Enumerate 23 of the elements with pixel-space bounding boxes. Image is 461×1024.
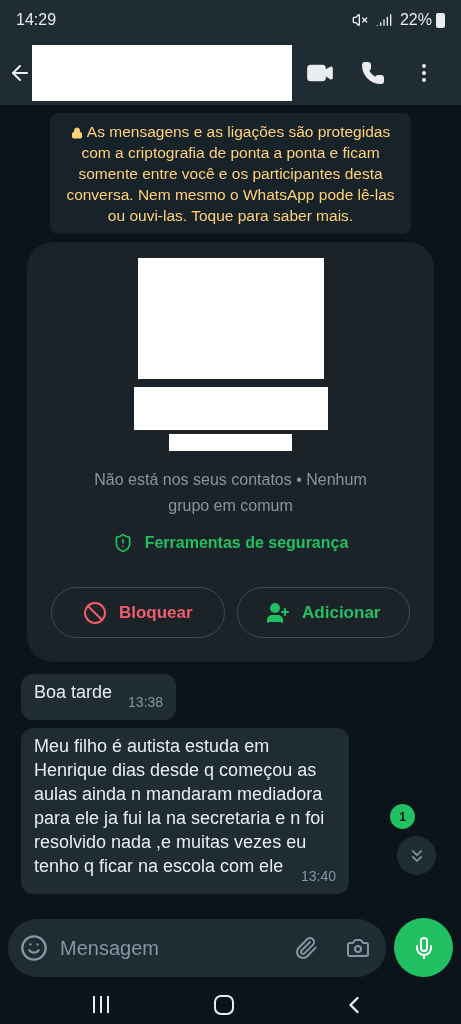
add-person-icon: [266, 600, 291, 625]
scroll-down-button[interactable]: [397, 836, 436, 875]
message-text: Boa tarde: [34, 682, 113, 702]
message-field[interactable]: Mensagem: [8, 918, 386, 977]
lock-icon: [70, 126, 83, 139]
unread-badge: 1: [390, 804, 415, 829]
battery-level: 22%: [399, 10, 432, 30]
message-time: 13:40: [300, 867, 336, 886]
phone-icon[interactable]: [360, 60, 385, 85]
emoji-icon[interactable]: [20, 933, 48, 962]
battery-icon: [436, 12, 445, 28]
safety-tools-link[interactable]: Ferramentas de segurança: [112, 531, 349, 555]
message-time: 13:38: [128, 693, 164, 712]
attach-icon[interactable]: [294, 935, 318, 960]
message-input[interactable]: Mensagem: [60, 932, 282, 963]
signal-icon: [375, 12, 392, 28]
encryption-notice[interactable]: As mensagens e as ligações são protegidas com a criptografia de ponta a ponta e ficam somente entre você e os participantes desta conversa. Nem mesmo o WhatsApp pode lê-las ou ouvi-las. Toque para saber mais.: [50, 113, 411, 234]
contact-info: Não está nos seus contatos • Nenhum grupo em comum: [93, 470, 368, 516]
recent-apps-icon[interactable]: [92, 996, 109, 1013]
home-icon[interactable]: [214, 994, 235, 1015]
clock: 14:29: [16, 10, 57, 30]
mute-icon: [351, 12, 368, 28]
block-icon: [82, 600, 107, 625]
